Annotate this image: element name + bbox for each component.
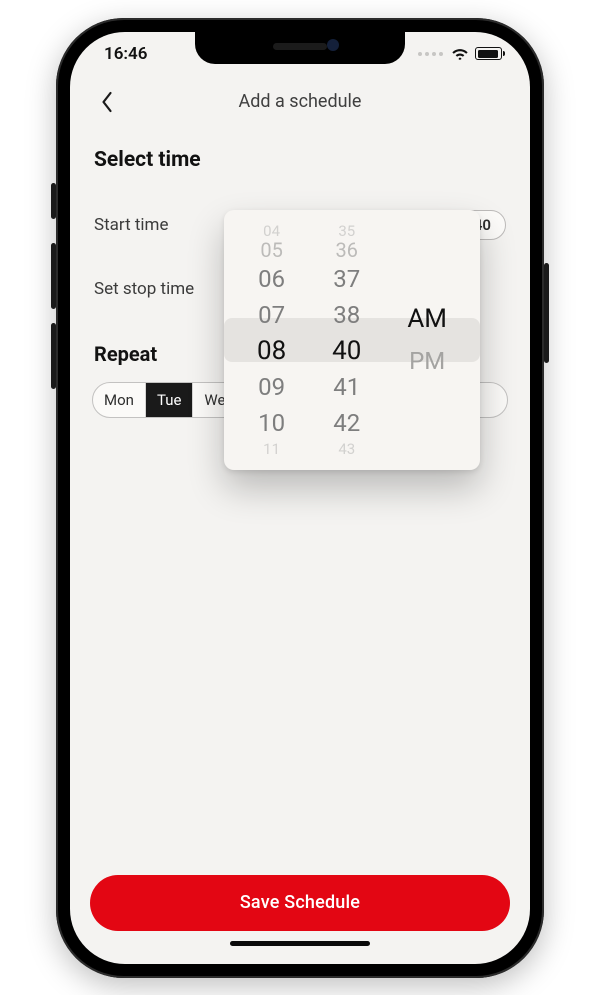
repeat-day-tue[interactable]: Tue [146,383,193,417]
period-selected: AM [407,301,447,337]
minutes-selected: 40 [332,333,361,369]
section-title-select-time: Select time [94,148,508,172]
battery-icon [475,47,502,60]
repeat-day-mon[interactable]: Mon [93,383,146,417]
start-time-label: Start time [94,215,168,235]
time-picker-hours-wheel[interactable]: 04 05 06 07 08 09 10 11 [257,223,286,457]
nav-header: Add a schedule [70,76,530,128]
time-picker-popover[interactable]: 04 05 06 07 08 09 10 11 35 36 37 38 [224,210,480,470]
status-time: 16:46 [104,44,147,64]
home-indicator[interactable] [230,941,370,946]
cellular-dots-icon [418,52,443,56]
wifi-icon [451,47,469,60]
back-button[interactable] [92,88,120,116]
set-stop-time-label: Set stop time [94,279,194,299]
save-schedule-button[interactable]: Save Schedule [90,875,510,931]
chevron-left-icon [100,91,113,113]
time-picker-period-wheel[interactable]: AM PM [407,301,447,379]
hours-selected: 08 [257,333,286,369]
time-picker-minutes-wheel[interactable]: 35 36 37 38 40 41 42 43 [332,223,361,457]
page-title: Add a schedule [239,91,362,112]
status-icons [418,47,502,60]
